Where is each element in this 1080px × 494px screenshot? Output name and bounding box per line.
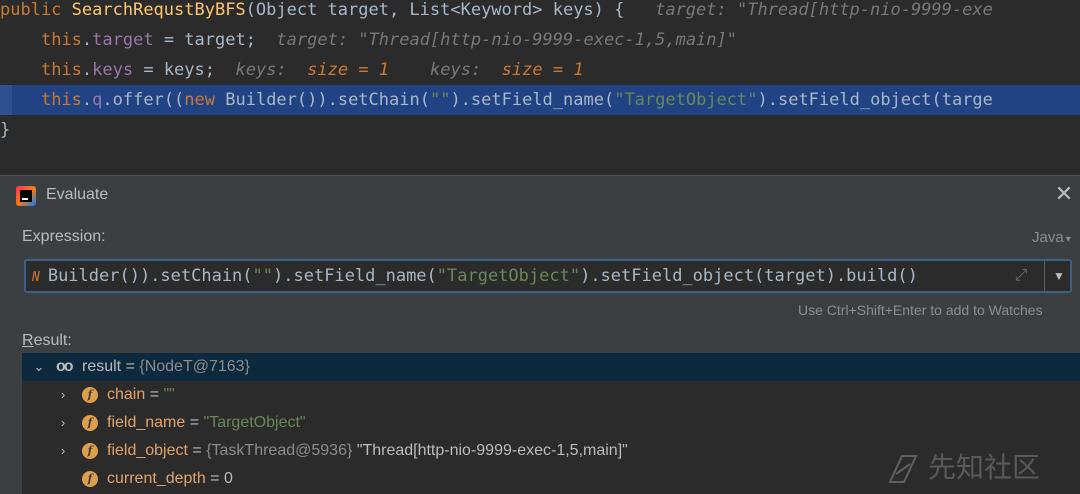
statement-rest: = target; [153, 30, 256, 50]
watch-icon: oo [56, 358, 73, 375]
node-eq: = [185, 414, 204, 431]
inline-debug-hint-value: size = 1 [307, 60, 390, 80]
node-label: current_depth = 0 [107, 465, 233, 493]
inline-debug-hint-label: keys: [235, 60, 287, 80]
node-name: field_object [107, 442, 188, 459]
node-name: chain [107, 386, 146, 403]
keyword: public [0, 0, 62, 20]
node-value: "TargetObject" [203, 414, 306, 431]
method-params: (Object target, List<Keyword> keys) { [245, 0, 625, 20]
code-line-1[interactable]: public SearchRequstByBFS(Object target, … [0, 0, 1080, 25]
expr-part: Builder()).setChain( [47, 266, 253, 286]
keyword: this [40, 60, 82, 80]
chevron-right-icon[interactable]: › [56, 409, 70, 437]
node-ref: {NodeT@7163} [139, 358, 250, 375]
field-ref: target [92, 30, 154, 50]
call-offer: .offer(( [102, 90, 185, 110]
field-icon: f [82, 415, 98, 431]
inline-debug-hint: target: "Thread[http-nio-9999-exec-1,5,m… [276, 30, 737, 50]
dialog-title: Evaluate [46, 186, 109, 203]
code-editor[interactable]: public SearchRequstByBFS(Object target, … [0, 0, 1080, 175]
set-field-name-call: ).setField_name( [450, 90, 615, 110]
node-eq: = [145, 386, 164, 403]
inline-debug-hint-value: size = 1 [501, 60, 584, 80]
method-name: SearchRequstByBFS [71, 0, 246, 20]
expr-string: "" [252, 266, 274, 286]
code-line-3[interactable]: this.keys = keys; keys: size = 1 keys: s… [0, 55, 1080, 85]
keyword: this [40, 90, 82, 110]
watch-hint: Use Ctrl+Shift+Enter to add to Watches [798, 302, 1043, 318]
chevron-right-icon[interactable]: › [56, 381, 70, 409]
field-ref: keys [92, 60, 134, 80]
language-selector[interactable]: Java ▾ [1032, 229, 1071, 246]
node-value: "Thread[http-nio-9999-exec-1,5,main]" [352, 442, 628, 459]
expression-label: Expression: [22, 228, 106, 245]
node-eq: = [187, 442, 207, 459]
string-literal: "TargetObject" [614, 90, 758, 110]
node-label: field_name = "TargetObject" [107, 409, 306, 437]
node-label: field_object = {TaskThread@5936} "Thread… [107, 437, 628, 465]
dot: . [81, 60, 93, 80]
watermark-text: 先知社区 [928, 451, 1041, 484]
language-value: Java [1032, 229, 1064, 246]
expr-string: "TargetObject" [436, 266, 581, 286]
expression-text[interactable]: N Builder()).setChain("").setField_name("… [32, 261, 918, 291]
node-eq: = [121, 358, 140, 375]
code-line-4-execution-point[interactable]: this.q.offer((new Builder()).setChain(""… [0, 85, 1080, 115]
node-name: current_depth [107, 470, 206, 487]
expression-input[interactable]: N Builder()).setChain("").setField_name("… [24, 259, 1072, 293]
statement-rest: = keys; [133, 60, 215, 80]
node-name: result [82, 358, 122, 375]
expand-icon[interactable]: ⤢ [1012, 267, 1030, 285]
node-label: result = {NodeT@7163} [82, 353, 250, 381]
execution-point-marker [0, 85, 12, 115]
code-line-5[interactable]: } [0, 115, 1080, 145]
inline-debug-hint: target: "Thread[http-nio-9999-exe [655, 0, 993, 20]
set-field-object-call: ).setField_object(targe [757, 90, 993, 110]
chevron-down-icon[interactable]: ⌄ [32, 353, 46, 381]
tree-row-chain[interactable]: › f chain = "" [22, 381, 1080, 409]
dot: . [81, 30, 93, 50]
inline-debug-hint-label: keys: [430, 60, 482, 80]
node-name: field_name [107, 414, 186, 431]
tree-row-field-name[interactable]: › f field_name = "TargetObject" [22, 409, 1080, 437]
result-label-rest: esult: [33, 332, 72, 349]
node-label: chain = "" [107, 381, 175, 409]
chevron-right-icon[interactable]: › [56, 437, 70, 465]
node-eq: = [205, 470, 224, 487]
field-ref: q [92, 90, 103, 110]
watermark: 先知社区 [888, 448, 1040, 488]
caret-down-icon: ▾ [1065, 234, 1071, 245]
mnemonic-letter: R [22, 332, 34, 349]
expr-part: ).setField_name( [273, 266, 437, 286]
dot: . [81, 90, 93, 110]
closing-brace: } [0, 120, 11, 140]
xianzhi-logo-icon [888, 455, 918, 483]
truncated-prefix: N [32, 270, 40, 285]
keyword: new [184, 90, 216, 110]
string-literal: "" [429, 90, 451, 110]
node-value: 0 [223, 470, 233, 487]
history-dropdown-button[interactable]: ▼ [1044, 261, 1070, 291]
intellij-app-icon [16, 186, 36, 206]
result-label: Result: [22, 332, 72, 350]
close-icon[interactable]: ✕ [1052, 182, 1076, 206]
node-ref: {TaskThread@5936} [206, 442, 353, 459]
evaluate-dialog: Evaluate ✕ Expression: Java ▾ N Builder())… [0, 175, 1080, 494]
expr-part: ).setField_object(target).build() [580, 266, 918, 286]
keyword: this [40, 30, 82, 50]
node-value: "" [163, 386, 175, 403]
builder-call: Builder()).setChain( [215, 90, 430, 110]
code-line-2[interactable]: this.target = target; target: "Thread[ht… [0, 25, 1080, 55]
field-icon: f [82, 471, 98, 487]
dialog-title-bar[interactable]: Evaluate ✕ [0, 176, 1080, 216]
field-icon: f [82, 387, 98, 403]
field-icon: f [82, 443, 98, 459]
tree-row-result[interactable]: ⌄ oo result = {NodeT@7163} [22, 353, 1080, 381]
